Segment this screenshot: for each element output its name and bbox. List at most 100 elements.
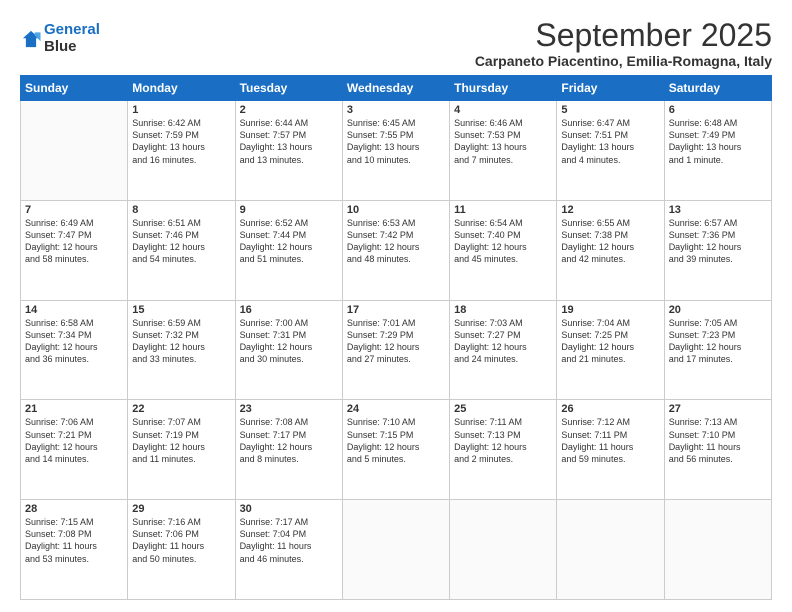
day-info: Sunrise: 7:11 AMSunset: 7:13 PMDaylight:… <box>454 416 552 465</box>
page: General Blue September 2025 Carpaneto Pi… <box>0 0 792 612</box>
calendar-header: Sunday Monday Tuesday Wednesday Thursday… <box>21 76 772 101</box>
calendar-body: 1Sunrise: 6:42 AMSunset: 7:59 PMDaylight… <box>21 101 772 600</box>
main-title: September 2025 <box>475 18 772 53</box>
col-tuesday: Tuesday <box>235 76 342 101</box>
day-info: Sunrise: 7:06 AMSunset: 7:21 PMDaylight:… <box>25 416 123 465</box>
day-info: Sunrise: 6:58 AMSunset: 7:34 PMDaylight:… <box>25 317 123 366</box>
calendar-cell: 11Sunrise: 6:54 AMSunset: 7:40 PMDayligh… <box>450 200 557 300</box>
day-info: Sunrise: 6:49 AMSunset: 7:47 PMDaylight:… <box>25 217 123 266</box>
day-number: 14 <box>25 304 123 316</box>
day-info: Sunrise: 6:54 AMSunset: 7:40 PMDaylight:… <box>454 217 552 266</box>
header-row: Sunday Monday Tuesday Wednesday Thursday… <box>21 76 772 101</box>
week-row-4: 21Sunrise: 7:06 AMSunset: 7:21 PMDayligh… <box>21 400 772 500</box>
calendar-cell <box>21 101 128 201</box>
calendar-cell: 1Sunrise: 6:42 AMSunset: 7:59 PMDaylight… <box>128 101 235 201</box>
day-number: 20 <box>669 304 767 316</box>
day-number: 5 <box>561 104 659 116</box>
day-number: 18 <box>454 304 552 316</box>
day-number: 11 <box>454 204 552 216</box>
calendar-table: Sunday Monday Tuesday Wednesday Thursday… <box>20 75 772 600</box>
day-number: 23 <box>240 403 338 415</box>
logo: General Blue <box>20 22 100 55</box>
calendar-cell <box>342 500 449 600</box>
day-info: Sunrise: 6:47 AMSunset: 7:51 PMDaylight:… <box>561 117 659 166</box>
week-row-3: 14Sunrise: 6:58 AMSunset: 7:34 PMDayligh… <box>21 300 772 400</box>
day-number: 8 <box>132 204 230 216</box>
day-info: Sunrise: 7:03 AMSunset: 7:27 PMDaylight:… <box>454 317 552 366</box>
day-number: 30 <box>240 503 338 515</box>
col-thursday: Thursday <box>450 76 557 101</box>
logo-icon <box>20 28 42 50</box>
calendar-cell: 16Sunrise: 7:00 AMSunset: 7:31 PMDayligh… <box>235 300 342 400</box>
calendar-cell <box>664 500 771 600</box>
calendar-cell: 19Sunrise: 7:04 AMSunset: 7:25 PMDayligh… <box>557 300 664 400</box>
calendar-cell: 28Sunrise: 7:15 AMSunset: 7:08 PMDayligh… <box>21 500 128 600</box>
day-info: Sunrise: 6:53 AMSunset: 7:42 PMDaylight:… <box>347 217 445 266</box>
day-info: Sunrise: 6:51 AMSunset: 7:46 PMDaylight:… <box>132 217 230 266</box>
calendar-cell: 26Sunrise: 7:12 AMSunset: 7:11 PMDayligh… <box>557 400 664 500</box>
day-number: 4 <box>454 104 552 116</box>
header: General Blue September 2025 Carpaneto Pi… <box>20 18 772 69</box>
day-number: 27 <box>669 403 767 415</box>
col-sunday: Sunday <box>21 76 128 101</box>
day-info: Sunrise: 6:46 AMSunset: 7:53 PMDaylight:… <box>454 117 552 166</box>
day-info: Sunrise: 6:42 AMSunset: 7:59 PMDaylight:… <box>132 117 230 166</box>
calendar-cell: 8Sunrise: 6:51 AMSunset: 7:46 PMDaylight… <box>128 200 235 300</box>
calendar-cell: 20Sunrise: 7:05 AMSunset: 7:23 PMDayligh… <box>664 300 771 400</box>
calendar-cell: 13Sunrise: 6:57 AMSunset: 7:36 PMDayligh… <box>664 200 771 300</box>
subtitle: Carpaneto Piacentino, Emilia-Romagna, It… <box>475 53 772 69</box>
day-number: 24 <box>347 403 445 415</box>
day-number: 1 <box>132 104 230 116</box>
calendar-cell: 17Sunrise: 7:01 AMSunset: 7:29 PMDayligh… <box>342 300 449 400</box>
day-info: Sunrise: 6:59 AMSunset: 7:32 PMDaylight:… <box>132 317 230 366</box>
calendar-cell: 22Sunrise: 7:07 AMSunset: 7:19 PMDayligh… <box>128 400 235 500</box>
day-info: Sunrise: 7:13 AMSunset: 7:10 PMDaylight:… <box>669 416 767 465</box>
calendar-cell: 23Sunrise: 7:08 AMSunset: 7:17 PMDayligh… <box>235 400 342 500</box>
calendar-cell: 5Sunrise: 6:47 AMSunset: 7:51 PMDaylight… <box>557 101 664 201</box>
day-info: Sunrise: 7:17 AMSunset: 7:04 PMDaylight:… <box>240 516 338 565</box>
calendar-cell <box>557 500 664 600</box>
day-info: Sunrise: 7:00 AMSunset: 7:31 PMDaylight:… <box>240 317 338 366</box>
day-number: 10 <box>347 204 445 216</box>
day-number: 25 <box>454 403 552 415</box>
day-number: 26 <box>561 403 659 415</box>
logo-text: General Blue <box>44 22 100 55</box>
calendar-cell: 3Sunrise: 6:45 AMSunset: 7:55 PMDaylight… <box>342 101 449 201</box>
week-row-1: 1Sunrise: 6:42 AMSunset: 7:59 PMDaylight… <box>21 101 772 201</box>
calendar-cell: 29Sunrise: 7:16 AMSunset: 7:06 PMDayligh… <box>128 500 235 600</box>
day-number: 6 <box>669 104 767 116</box>
day-number: 2 <box>240 104 338 116</box>
day-info: Sunrise: 7:10 AMSunset: 7:15 PMDaylight:… <box>347 416 445 465</box>
day-info: Sunrise: 7:04 AMSunset: 7:25 PMDaylight:… <box>561 317 659 366</box>
calendar-cell: 27Sunrise: 7:13 AMSunset: 7:10 PMDayligh… <box>664 400 771 500</box>
day-number: 17 <box>347 304 445 316</box>
day-info: Sunrise: 6:57 AMSunset: 7:36 PMDaylight:… <box>669 217 767 266</box>
day-number: 21 <box>25 403 123 415</box>
day-number: 22 <box>132 403 230 415</box>
day-info: Sunrise: 6:45 AMSunset: 7:55 PMDaylight:… <box>347 117 445 166</box>
col-saturday: Saturday <box>664 76 771 101</box>
day-info: Sunrise: 7:12 AMSunset: 7:11 PMDaylight:… <box>561 416 659 465</box>
day-info: Sunrise: 7:07 AMSunset: 7:19 PMDaylight:… <box>132 416 230 465</box>
calendar-cell: 12Sunrise: 6:55 AMSunset: 7:38 PMDayligh… <box>557 200 664 300</box>
calendar-cell: 18Sunrise: 7:03 AMSunset: 7:27 PMDayligh… <box>450 300 557 400</box>
day-number: 13 <box>669 204 767 216</box>
day-number: 16 <box>240 304 338 316</box>
calendar-cell: 10Sunrise: 6:53 AMSunset: 7:42 PMDayligh… <box>342 200 449 300</box>
col-wednesday: Wednesday <box>342 76 449 101</box>
day-info: Sunrise: 6:44 AMSunset: 7:57 PMDaylight:… <box>240 117 338 166</box>
day-number: 15 <box>132 304 230 316</box>
day-number: 29 <box>132 503 230 515</box>
calendar-cell: 25Sunrise: 7:11 AMSunset: 7:13 PMDayligh… <box>450 400 557 500</box>
day-info: Sunrise: 7:16 AMSunset: 7:06 PMDaylight:… <box>132 516 230 565</box>
week-row-2: 7Sunrise: 6:49 AMSunset: 7:47 PMDaylight… <box>21 200 772 300</box>
day-info: Sunrise: 7:05 AMSunset: 7:23 PMDaylight:… <box>669 317 767 366</box>
calendar-cell: 2Sunrise: 6:44 AMSunset: 7:57 PMDaylight… <box>235 101 342 201</box>
day-number: 19 <box>561 304 659 316</box>
week-row-5: 28Sunrise: 7:15 AMSunset: 7:08 PMDayligh… <box>21 500 772 600</box>
day-info: Sunrise: 6:52 AMSunset: 7:44 PMDaylight:… <box>240 217 338 266</box>
calendar-cell: 21Sunrise: 7:06 AMSunset: 7:21 PMDayligh… <box>21 400 128 500</box>
day-number: 9 <box>240 204 338 216</box>
calendar-cell: 24Sunrise: 7:10 AMSunset: 7:15 PMDayligh… <box>342 400 449 500</box>
col-monday: Monday <box>128 76 235 101</box>
